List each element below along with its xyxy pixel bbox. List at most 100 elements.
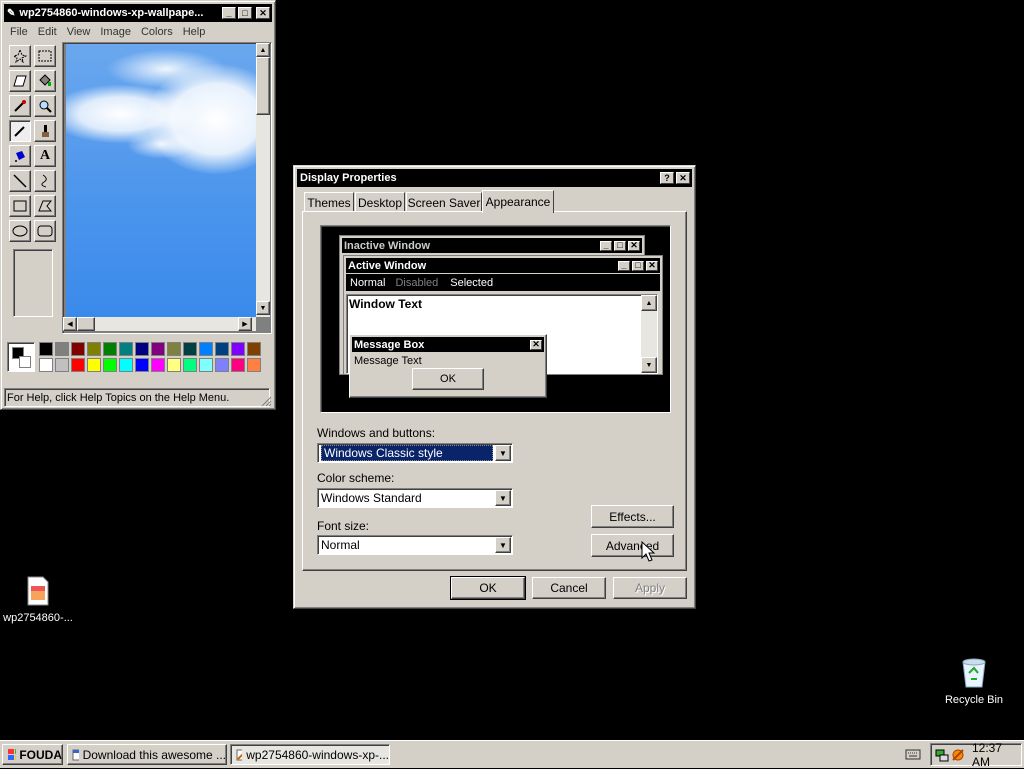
tool-options-box[interactable] [13, 249, 53, 317]
tab-desktop[interactable]: Desktop [355, 192, 405, 212]
chevron-down-icon[interactable]: ▼ [495, 537, 511, 553]
paint-title-bar[interactable]: ✎ wp2754860-windows-xp-wallpape... _ □ ✕ [4, 4, 272, 22]
menu-edit[interactable]: Edit [33, 26, 62, 38]
palette-color-swatch[interactable] [231, 342, 245, 356]
palette-color-swatch[interactable] [151, 358, 165, 372]
recycle-bin[interactable]: Recycle Bin [940, 656, 1008, 712]
tab-themes[interactable]: Themes [304, 192, 354, 212]
display-title-bar[interactable]: Display Properties ? ✕ [297, 169, 692, 187]
scroll-thumb[interactable] [256, 57, 270, 115]
preview-inactive-title: Inactive Window [344, 239, 431, 252]
scroll-down-button[interactable]: ▼ [256, 301, 270, 315]
rect-select-tool[interactable] [34, 45, 56, 67]
network-icon[interactable] [934, 747, 949, 763]
close-button[interactable]: ✕ [676, 172, 690, 184]
palette-color-swatch[interactable] [71, 342, 85, 356]
task-button-paint[interactable]: wp2754860-windows-xp-... [230, 744, 390, 765]
resize-grip-icon[interactable] [260, 395, 272, 407]
menu-help[interactable]: Help [178, 26, 211, 38]
palette-color-swatch[interactable] [215, 358, 229, 372]
palette-color-swatch[interactable] [55, 358, 69, 372]
advanced-button[interactable]: Advanced [591, 534, 674, 557]
palette-color-swatch[interactable] [135, 358, 149, 372]
keyboard-icon[interactable] [905, 748, 921, 760]
palette-color-swatch[interactable] [199, 342, 213, 356]
palette-color-swatch[interactable] [119, 358, 133, 372]
speaker-icon[interactable] [950, 747, 965, 763]
task-button-browser[interactable]: Download this awesome ... [67, 744, 227, 765]
polygon-tool[interactable] [34, 195, 56, 217]
scroll-right-button[interactable]: ▶ [238, 317, 252, 331]
start-button[interactable]: FOUDA [2, 744, 63, 765]
palette-color-swatch[interactable] [119, 342, 133, 356]
preview-maximize-button: □ [614, 240, 626, 251]
palette-color-swatch[interactable] [87, 342, 101, 356]
ellipse-tool[interactable] [9, 220, 31, 242]
palette-color-swatch[interactable] [247, 342, 261, 356]
paint-window[interactable]: ✎ wp2754860-windows-xp-wallpape... _ □ ✕… [0, 0, 276, 410]
color-picker-tool[interactable] [9, 95, 31, 117]
status-bar: For Help, click Help Topics on the Help … [4, 388, 270, 407]
effects-button[interactable]: Effects... [591, 505, 674, 528]
palette-color-swatch[interactable] [103, 342, 117, 356]
palette-color-swatch[interactable] [215, 342, 229, 356]
apply-button[interactable]: Apply [613, 577, 687, 599]
menu-view[interactable]: View [62, 26, 96, 38]
clock[interactable]: 12:37 AM [972, 741, 1021, 769]
close-button[interactable]: ✕ [256, 7, 270, 19]
chevron-down-icon[interactable]: ▼ [495, 490, 511, 506]
vertical-scrollbar[interactable]: ▲ ▼ [256, 43, 270, 317]
cancel-button[interactable]: Cancel [532, 577, 606, 599]
windows-buttons-select[interactable]: Windows Classic style ▼ [317, 443, 513, 463]
palette-color-swatch[interactable] [39, 342, 53, 356]
palette-color-swatch[interactable] [135, 342, 149, 356]
text-tool[interactable]: A [34, 145, 56, 167]
menu-file[interactable]: File [5, 26, 33, 38]
color-scheme-select[interactable]: Windows Standard ▼ [317, 488, 513, 508]
brush-tool[interactable] [34, 120, 56, 142]
palette-color-swatch[interactable] [199, 358, 213, 372]
rounded-rect-tool[interactable] [34, 220, 56, 242]
palette-color-swatch[interactable] [71, 358, 85, 372]
line-tool[interactable] [9, 170, 31, 192]
scroll-thumb-h[interactable] [77, 317, 95, 331]
star-select-icon [13, 49, 27, 63]
scroll-up-button[interactable]: ▲ [256, 43, 270, 57]
current-colors[interactable] [7, 342, 35, 372]
tab-appearance[interactable]: Appearance [482, 190, 554, 213]
ok-button[interactable]: OK [450, 576, 526, 600]
palette-color-swatch[interactable] [151, 342, 165, 356]
palette-color-swatch[interactable] [167, 342, 181, 356]
desktop-file-icon[interactable]: wp2754860-... [0, 574, 76, 630]
rectangle-tool[interactable] [9, 195, 31, 217]
palette-color-swatch[interactable] [103, 358, 117, 372]
canvas-image[interactable] [66, 44, 256, 318]
palette-color-swatch[interactable] [167, 358, 181, 372]
tab-screen-saver[interactable]: Screen Saver [406, 192, 482, 212]
palette-color-swatch[interactable] [247, 358, 261, 372]
free-select-tool[interactable] [9, 45, 31, 67]
magnifier-tool[interactable] [34, 95, 56, 117]
curve-tool[interactable] [34, 170, 56, 192]
menu-image[interactable]: Image [95, 26, 136, 38]
chevron-down-icon[interactable]: ▼ [495, 445, 511, 461]
fill-tool[interactable] [34, 70, 56, 92]
palette-color-swatch[interactable] [87, 358, 101, 372]
preview-menu-normal: Normal [350, 276, 386, 289]
maximize-button[interactable]: □ [238, 7, 252, 19]
palette-color-swatch[interactable] [39, 358, 53, 372]
pencil-tool[interactable] [9, 120, 31, 142]
palette-color-swatch[interactable] [55, 342, 69, 356]
minimize-button[interactable]: _ [222, 7, 236, 19]
horizontal-scrollbar[interactable]: ◀ ▶ [63, 317, 256, 331]
airbrush-tool[interactable] [9, 145, 31, 167]
font-size-select[interactable]: Normal ▼ [317, 535, 513, 555]
help-button[interactable]: ? [660, 172, 674, 184]
eraser-tool[interactable] [9, 70, 31, 92]
palette-color-swatch[interactable] [183, 358, 197, 372]
palette-color-swatch[interactable] [183, 342, 197, 356]
image-file-icon [27, 576, 49, 606]
palette-color-swatch[interactable] [231, 358, 245, 372]
menu-colors[interactable]: Colors [136, 26, 178, 38]
scroll-left-button[interactable]: ◀ [63, 317, 77, 331]
